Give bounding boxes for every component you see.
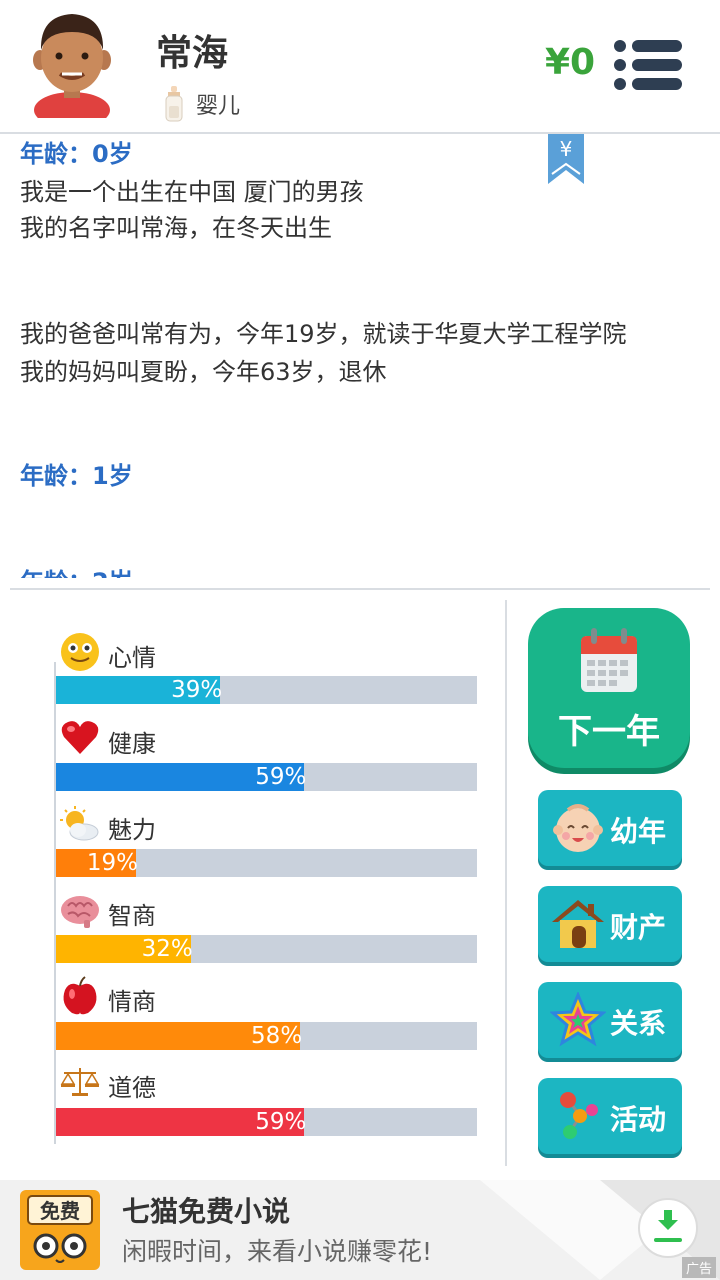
activities-label: 活动 [610, 1103, 667, 1136]
download-icon[interactable] [638, 1198, 698, 1258]
log-line: 年龄：0岁 [20, 140, 133, 168]
stat-bar-fill: 59% [56, 763, 307, 791]
log-line: 年龄：1岁 [20, 462, 133, 490]
stat-label-morality: 道德 [108, 1074, 156, 1102]
stat-label-health: 健康 [108, 730, 156, 758]
relations-button[interactable]: 关系 [538, 982, 682, 1058]
stat-value: 39% [171, 677, 223, 703]
avatar [33, 14, 111, 118]
stat-bar-fill: 39% [56, 676, 223, 704]
life-log[interactable]: 年龄：0岁 我是一个出生在中国 厦门的男孩 我的名字叫常海，在冬天出生 我的爸爸… [0, 134, 720, 578]
relations-label: 关系 [610, 1007, 667, 1040]
stat-bar-fill: 19% [56, 849, 138, 877]
apple-icon [63, 976, 97, 1015]
house-icon [552, 900, 604, 948]
stat-label-charm: 魅力 [108, 816, 156, 844]
stat-bar-fill: 58% [56, 1022, 303, 1050]
molecule-icon [560, 1092, 598, 1139]
baby-face-icon [553, 804, 603, 852]
stats-axis [54, 662, 56, 1144]
property-button[interactable]: 财产 [538, 886, 682, 962]
star-icon [550, 992, 606, 1047]
ad-banner[interactable]: 免费 七猫免费小说 闲暇时间，来看小说赚零花! 广告 [0, 1180, 720, 1280]
bookmark-yen-icon[interactable]: ¥ [548, 134, 584, 184]
ad-subtitle: 闲暇时间，来看小说赚零花! [122, 1237, 433, 1266]
profile-header: 常海 婴儿 ¥0 [0, 0, 720, 134]
childhood-label: 幼年 [610, 815, 667, 848]
log-line: 我的妈妈叫夏盼，今年63岁，退休 [20, 358, 387, 386]
stat-bar-iq: 32% [56, 935, 477, 963]
life-stage: 婴儿 [164, 86, 240, 122]
character-name: 常海 [156, 33, 229, 74]
property-label: 财产 [610, 911, 667, 944]
next-year-label: 下一年 [558, 712, 660, 752]
scale-icon [60, 1068, 100, 1096]
log-line: 我的名字叫常海，在冬天出生 [20, 214, 332, 242]
ad-logo-text: 免费 [40, 1199, 80, 1223]
stat-bar-morality: 59% [56, 1108, 477, 1136]
ad-title: 七猫免费小说 [122, 1195, 291, 1228]
panel-divider [505, 600, 507, 1166]
log-line: 我的爸爸叫常有为，今年19岁，就读于华夏大学工程学院 [20, 320, 627, 348]
cat-book-icon: 免费 [20, 1190, 100, 1270]
stat-bar-fill: 59% [56, 1108, 307, 1136]
bookmark-symbol: ¥ [560, 137, 573, 161]
stat-value: 58% [251, 1023, 303, 1049]
sun-cloud-icon [60, 806, 99, 841]
money-balance: ¥0 [545, 42, 596, 83]
menu-icon[interactable] [612, 38, 684, 92]
log-line: 我是一个出生在中国 厦门的男孩 [20, 178, 364, 206]
activities-button[interactable]: 活动 [538, 1078, 682, 1154]
brain-icon [61, 896, 99, 928]
stat-bar-fill: 32% [56, 935, 193, 963]
stat-label-iq: 智商 [108, 902, 156, 930]
log-line: 年龄：2岁 [20, 562, 133, 578]
childhood-button[interactable]: 幼年 [538, 790, 682, 866]
stat-value: 59% [255, 764, 307, 790]
stat-value: 59% [255, 1109, 307, 1135]
heart-icon [61, 721, 99, 754]
novel-app-logo: 免费 [20, 1190, 100, 1270]
ad-tag: 广告 [681, 1257, 716, 1278]
next-year-button[interactable]: 下一年 [528, 608, 690, 768]
stat-bar-eq: 58% [56, 1022, 477, 1050]
baby-bottle-icon [165, 86, 183, 122]
stat-label-eq: 情商 [108, 988, 156, 1016]
calendar-icon [581, 628, 637, 692]
life-stage-label: 婴儿 [196, 94, 241, 119]
stat-value: 32% [141, 936, 193, 962]
stats-panel: 心情 39% 健康 59% 魅力 19% 智商 32% 情商 58% 道德 59… [0, 590, 505, 1170]
smiley-icon [61, 633, 99, 671]
stat-bar-health: 59% [56, 763, 477, 791]
stat-bar-mood: 39% [56, 676, 477, 704]
stat-bar-charm: 19% [56, 849, 477, 877]
stat-label-mood: 心情 [108, 644, 156, 672]
stat-value: 19% [86, 850, 138, 876]
